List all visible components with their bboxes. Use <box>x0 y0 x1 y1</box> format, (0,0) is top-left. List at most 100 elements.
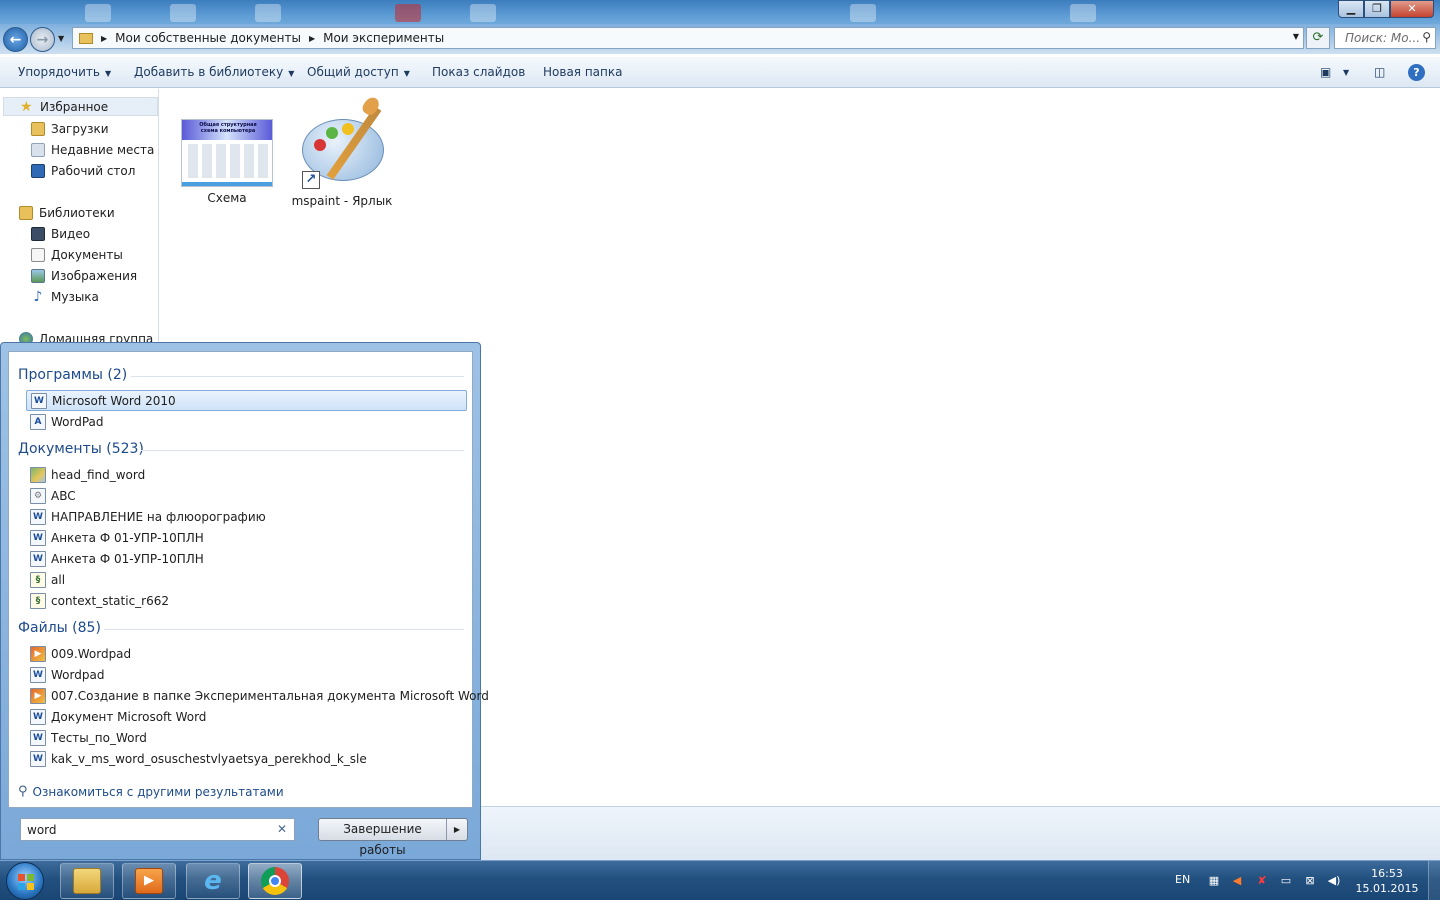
breadcrumb-my-experiments[interactable]: Мои эксперименты <box>323 31 444 45</box>
nav-label: Недавние места <box>51 142 155 157</box>
organize-menu[interactable]: Упорядочить ▼ <box>18 65 111 79</box>
taskbar-media-player[interactable]: ▶ <box>122 863 176 899</box>
start-button[interactable] <box>6 862 44 900</box>
help-icon[interactable]: ? <box>1408 64 1425 81</box>
volume-icon[interactable]: ◀) <box>1327 874 1341 887</box>
nav-libraries[interactable]: Библиотеки <box>19 203 115 222</box>
result-item-file[interactable]: W Wordpad <box>26 664 467 685</box>
result-label: Анкета Ф 01-УПР-10ПЛН <box>51 530 204 545</box>
nav-music[interactable]: ♪ Музыка <box>31 287 99 306</box>
search-icon: ⚲ <box>18 784 28 799</box>
recent-places-icon <box>31 142 45 157</box>
result-item-file[interactable]: W kak_v_ms_word_osuschestvlyaetsya_perek… <box>26 748 467 769</box>
search-placeholder: Поиск: Мо... <box>1345 31 1421 45</box>
downloads-folder-icon <box>31 121 45 136</box>
slideshow-button[interactable]: Показ слайдов <box>432 65 525 79</box>
taskbar-explorer[interactable] <box>60 863 114 899</box>
result-item-file[interactable]: W Тесты_по_Word <box>26 727 467 748</box>
tray-app-icon[interactable]: ▦ <box>1207 874 1221 887</box>
minimize-button[interactable]: ▁ <box>1338 0 1364 18</box>
settings-file-icon: ⚙ <box>30 487 46 504</box>
nav-label: Видео <box>51 226 91 241</box>
wordpad-icon: A <box>30 413 46 430</box>
view-options-dropdown-icon[interactable]: ▼ <box>1343 68 1349 77</box>
add-to-library-label: Добавить в библиотеку <box>134 65 284 79</box>
tray-network-icon[interactable]: ⊠ <box>1303 874 1317 887</box>
command-bar: Упорядочить ▼ Добавить в библиотеку ▼ Общи… <box>0 57 1440 88</box>
result-item-file[interactable]: ▶ 009.Wordpad <box>26 643 467 664</box>
forward-arrow-icon: → <box>36 31 49 48</box>
result-item-document[interactable]: W НАПРАВЛЕНИЕ на флюорографию <box>26 506 467 527</box>
clear-search-icon[interactable]: ✕ <box>277 822 287 836</box>
new-folder-button[interactable]: Новая папка <box>543 65 622 79</box>
result-label: WordPad <box>51 414 104 429</box>
show-desktop-button[interactable] <box>1428 861 1440 900</box>
forward-button[interactable]: → <box>30 27 55 52</box>
nav-label: Музыка <box>51 289 99 304</box>
nav-favorites[interactable]: ★ Избранное <box>3 97 158 116</box>
add-to-library-menu[interactable]: Добавить в библиотеку ▼ <box>134 65 294 79</box>
clock-time: 16:53 <box>1371 867 1403 880</box>
shutdown-label[interactable]: Завершение работы <box>319 819 447 857</box>
title-bar[interactable]: ▁ ❐ ✕ <box>0 0 1440 24</box>
nav-images[interactable]: Изображения <box>31 266 137 285</box>
result-item-document[interactable]: head_find_word <box>26 464 467 485</box>
results-header-files: Файлы (85) <box>18 620 101 636</box>
share-menu[interactable]: Общий доступ ▼ <box>307 65 410 79</box>
taskbar-internet-explorer[interactable]: e <box>186 863 240 899</box>
tray-monitor-icon[interactable]: ▭ <box>1279 874 1293 887</box>
search-icon[interactable]: ⚲ <box>1422 30 1431 44</box>
recent-pages-dropdown[interactable]: ▼ <box>58 34 64 43</box>
address-bar[interactable]: ▶ Мои собственные документы ▶ Мои экспер… <box>72 27 1304 49</box>
folder-search-input[interactable]: Поиск: Мо... ⚲ <box>1334 27 1436 49</box>
see-more-results-link[interactable]: ⚲ Ознакомиться с другими результатами <box>18 784 284 799</box>
chevron-right-icon[interactable]: ▶ <box>101 34 107 43</box>
result-label: all <box>51 572 66 587</box>
thumbnail-title: Общая структурная схема компьютера <box>199 122 257 134</box>
file-item-schema[interactable]: Общая структурная схема компьютера Схема <box>172 105 282 205</box>
script-file-icon: § <box>30 571 46 588</box>
tray-security-icon[interactable]: ✘ <box>1255 874 1269 887</box>
refresh-button[interactable]: ⟳ <box>1306 27 1330 49</box>
close-button[interactable]: ✕ <box>1390 0 1434 18</box>
result-item-file[interactable]: W Документ Microsoft Word <box>26 706 467 727</box>
result-item-document[interactable]: ⚙ ABC <box>26 485 467 506</box>
shortcut-arrow-icon: ↗ <box>302 171 320 189</box>
shutdown-button[interactable]: Завершение работы ▶ <box>318 818 468 857</box>
nav-recent-places[interactable]: Недавние места <box>31 140 154 159</box>
result-item-program[interactable]: A WordPad <box>26 411 467 432</box>
result-item-document[interactable]: § context_static_r662 <box>26 590 467 611</box>
result-item-document[interactable]: § all <box>26 569 467 590</box>
nav-documents[interactable]: Документы <box>31 245 123 264</box>
taskbar-chrome[interactable] <box>248 863 302 899</box>
result-label: context_static_r662 <box>51 593 170 608</box>
result-label: Тесты_по_Word <box>51 730 147 745</box>
result-item-document[interactable]: W Анкета Ф 01-УПР-10ПЛН <box>26 548 467 569</box>
breadcrumb-my-documents[interactable]: Мои собственные документы <box>115 31 301 45</box>
preview-pane-icon[interactable]: ◫ <box>1374 65 1385 79</box>
file-name: Схема <box>207 191 247 205</box>
nav-label: Библиотеки <box>39 205 115 220</box>
address-dropdown-icon[interactable]: ▼ <box>1293 32 1299 41</box>
maximize-button[interactable]: ❐ <box>1364 0 1390 18</box>
file-item-mspaint-shortcut[interactable]: ↗ mspaint - Ярлык <box>286 94 398 208</box>
result-item-program[interactable]: W Microsoft Word 2010 <box>26 390 467 411</box>
word-document-icon: W <box>30 729 46 746</box>
nav-video[interactable]: Видео <box>31 224 90 243</box>
chevron-right-icon[interactable]: ▶ <box>309 34 315 43</box>
word-document-icon: W <box>30 508 46 525</box>
image-file-icon <box>30 466 46 483</box>
back-button[interactable]: ← <box>3 27 28 52</box>
start-search-input[interactable]: word ✕ <box>20 818 295 841</box>
shutdown-options-arrow-icon[interactable]: ▶ <box>447 819 467 840</box>
nav-desktop[interactable]: Рабочий стол <box>31 161 135 180</box>
change-view-icon[interactable]: ▣ <box>1320 65 1331 79</box>
tray-speaker-alert-icon[interactable]: ◀ <box>1230 874 1244 887</box>
result-item-file[interactable]: ▶ 007.Создание в папке Экспериментальная… <box>26 685 489 706</box>
language-indicator[interactable]: EN <box>1175 873 1190 886</box>
clock[interactable]: 16:53 15.01.2015 <box>1352 866 1422 896</box>
word-document-icon: W <box>30 750 46 767</box>
nav-downloads[interactable]: Загрузки <box>31 119 109 138</box>
back-arrow-icon: ← <box>9 31 22 48</box>
result-item-document[interactable]: W Анкета Ф 01-УПР-10ПЛН <box>26 527 467 548</box>
